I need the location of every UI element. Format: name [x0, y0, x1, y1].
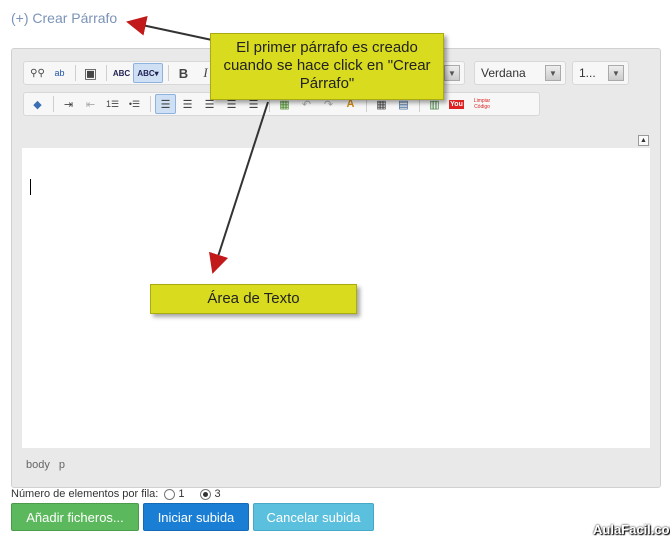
aulafacil-watermark: AulaFacil.com — [593, 522, 670, 537]
unordered-list-button[interactable]: •☰ — [124, 94, 145, 114]
unordered-list-icon: •☰ — [128, 98, 141, 109]
align-left-button[interactable]: ☰ — [155, 94, 176, 114]
callout-crear-parrafo: El primer párrafo es creado cuando se ha… — [210, 33, 444, 100]
youtube-icon: You — [449, 99, 464, 109]
bold-button[interactable]: B — [173, 63, 194, 83]
align-left-icon: ☰ — [160, 98, 171, 111]
italic-icon: I — [203, 65, 208, 80]
status-bar: body p — [26, 459, 71, 471]
align-center-icon: ☰ — [182, 98, 193, 111]
add-files-button[interactable]: Añadir ficheros... — [11, 503, 139, 531]
collapse-toolbar-button[interactable]: ▲ — [638, 135, 649, 146]
radio-per-row-1[interactable] — [164, 488, 176, 500]
start-upload-button[interactable]: Iniciar subida — [143, 503, 249, 531]
indent-button[interactable]: ⇥ — [58, 94, 79, 114]
status-path-body[interactable]: body — [26, 459, 50, 471]
align-center-button[interactable]: ☰ — [177, 94, 198, 114]
font-select-value: Verdana — [481, 66, 526, 80]
replace-button[interactable]: ab — [49, 63, 70, 83]
fullscreen-icon: ▣ — [83, 64, 98, 81]
toolbar-separator — [53, 96, 54, 112]
eraser-icon: ◆ — [33, 98, 42, 111]
ordered-list-button[interactable]: 1☰ — [102, 94, 123, 114]
spellcheck-dropdown-button[interactable]: ABC▾ — [133, 63, 163, 83]
size-select[interactable]: 1... ▼ — [572, 61, 629, 85]
rich-text-editor: ⚲⚲ ab ▣ ABC ABC▾ B I ▼ Verdana ▼ 1... ▼ … — [11, 48, 661, 488]
toolbar-separator — [150, 96, 151, 112]
text-caret — [30, 179, 31, 195]
toolbar-separator — [106, 65, 107, 81]
font-select[interactable]: Verdana ▼ — [474, 61, 566, 85]
chevron-down-icon: ▼ — [545, 65, 561, 81]
fullscreen-button[interactable]: ▣ — [80, 63, 101, 83]
status-path-p[interactable]: p — [59, 459, 65, 471]
radio-label-1: 1 — [178, 488, 185, 500]
toolbar-separator — [75, 65, 76, 81]
elements-per-row-label: Número de elementos por fila: — [11, 488, 159, 500]
arrow-to-crear-link — [126, 15, 213, 41]
crear-parrafo-link[interactable]: (+) Crear Párrafo — [11, 10, 117, 26]
binoculars-icon: ⚲⚲ — [30, 67, 45, 79]
remove-format-button[interactable]: ◆ — [27, 94, 48, 114]
replace-icon: ab — [54, 68, 65, 78]
cancel-upload-button[interactable]: Cancelar subida — [253, 503, 374, 531]
spellcheck-icon: ABC — [112, 68, 131, 78]
outdent-icon: ⇤ — [85, 98, 96, 111]
indent-icon: ⇥ — [63, 98, 74, 111]
clean-code-icon: Limpiar Código — [473, 98, 491, 110]
spellcheck-dropdown-icon: ABC▾ — [137, 68, 159, 78]
size-select-value: 1... — [579, 66, 596, 80]
bold-icon: B — [178, 65, 189, 81]
callout-area-texto: Área de Texto — [150, 284, 357, 314]
elements-per-row: Número de elementos por fila: 1 3 — [11, 488, 221, 500]
find-button[interactable]: ⚲⚲ — [27, 63, 48, 83]
radio-label-3: 3 — [214, 488, 221, 500]
radio-per-row-3[interactable] — [200, 488, 212, 500]
ordered-list-icon: 1☰ — [105, 98, 120, 109]
format-select[interactable]: ▼ — [443, 61, 465, 85]
spellcheck-button[interactable]: ABC — [111, 63, 132, 83]
chevron-down-icon: ▼ — [608, 65, 624, 81]
toolbar-separator — [168, 65, 169, 81]
outdent-button[interactable]: ⇤ — [80, 94, 101, 114]
youtube-button[interactable]: You — [446, 94, 467, 114]
clean-code-button[interactable]: Limpiar Código — [468, 94, 496, 114]
chevron-down-icon: ▼ — [444, 65, 460, 81]
